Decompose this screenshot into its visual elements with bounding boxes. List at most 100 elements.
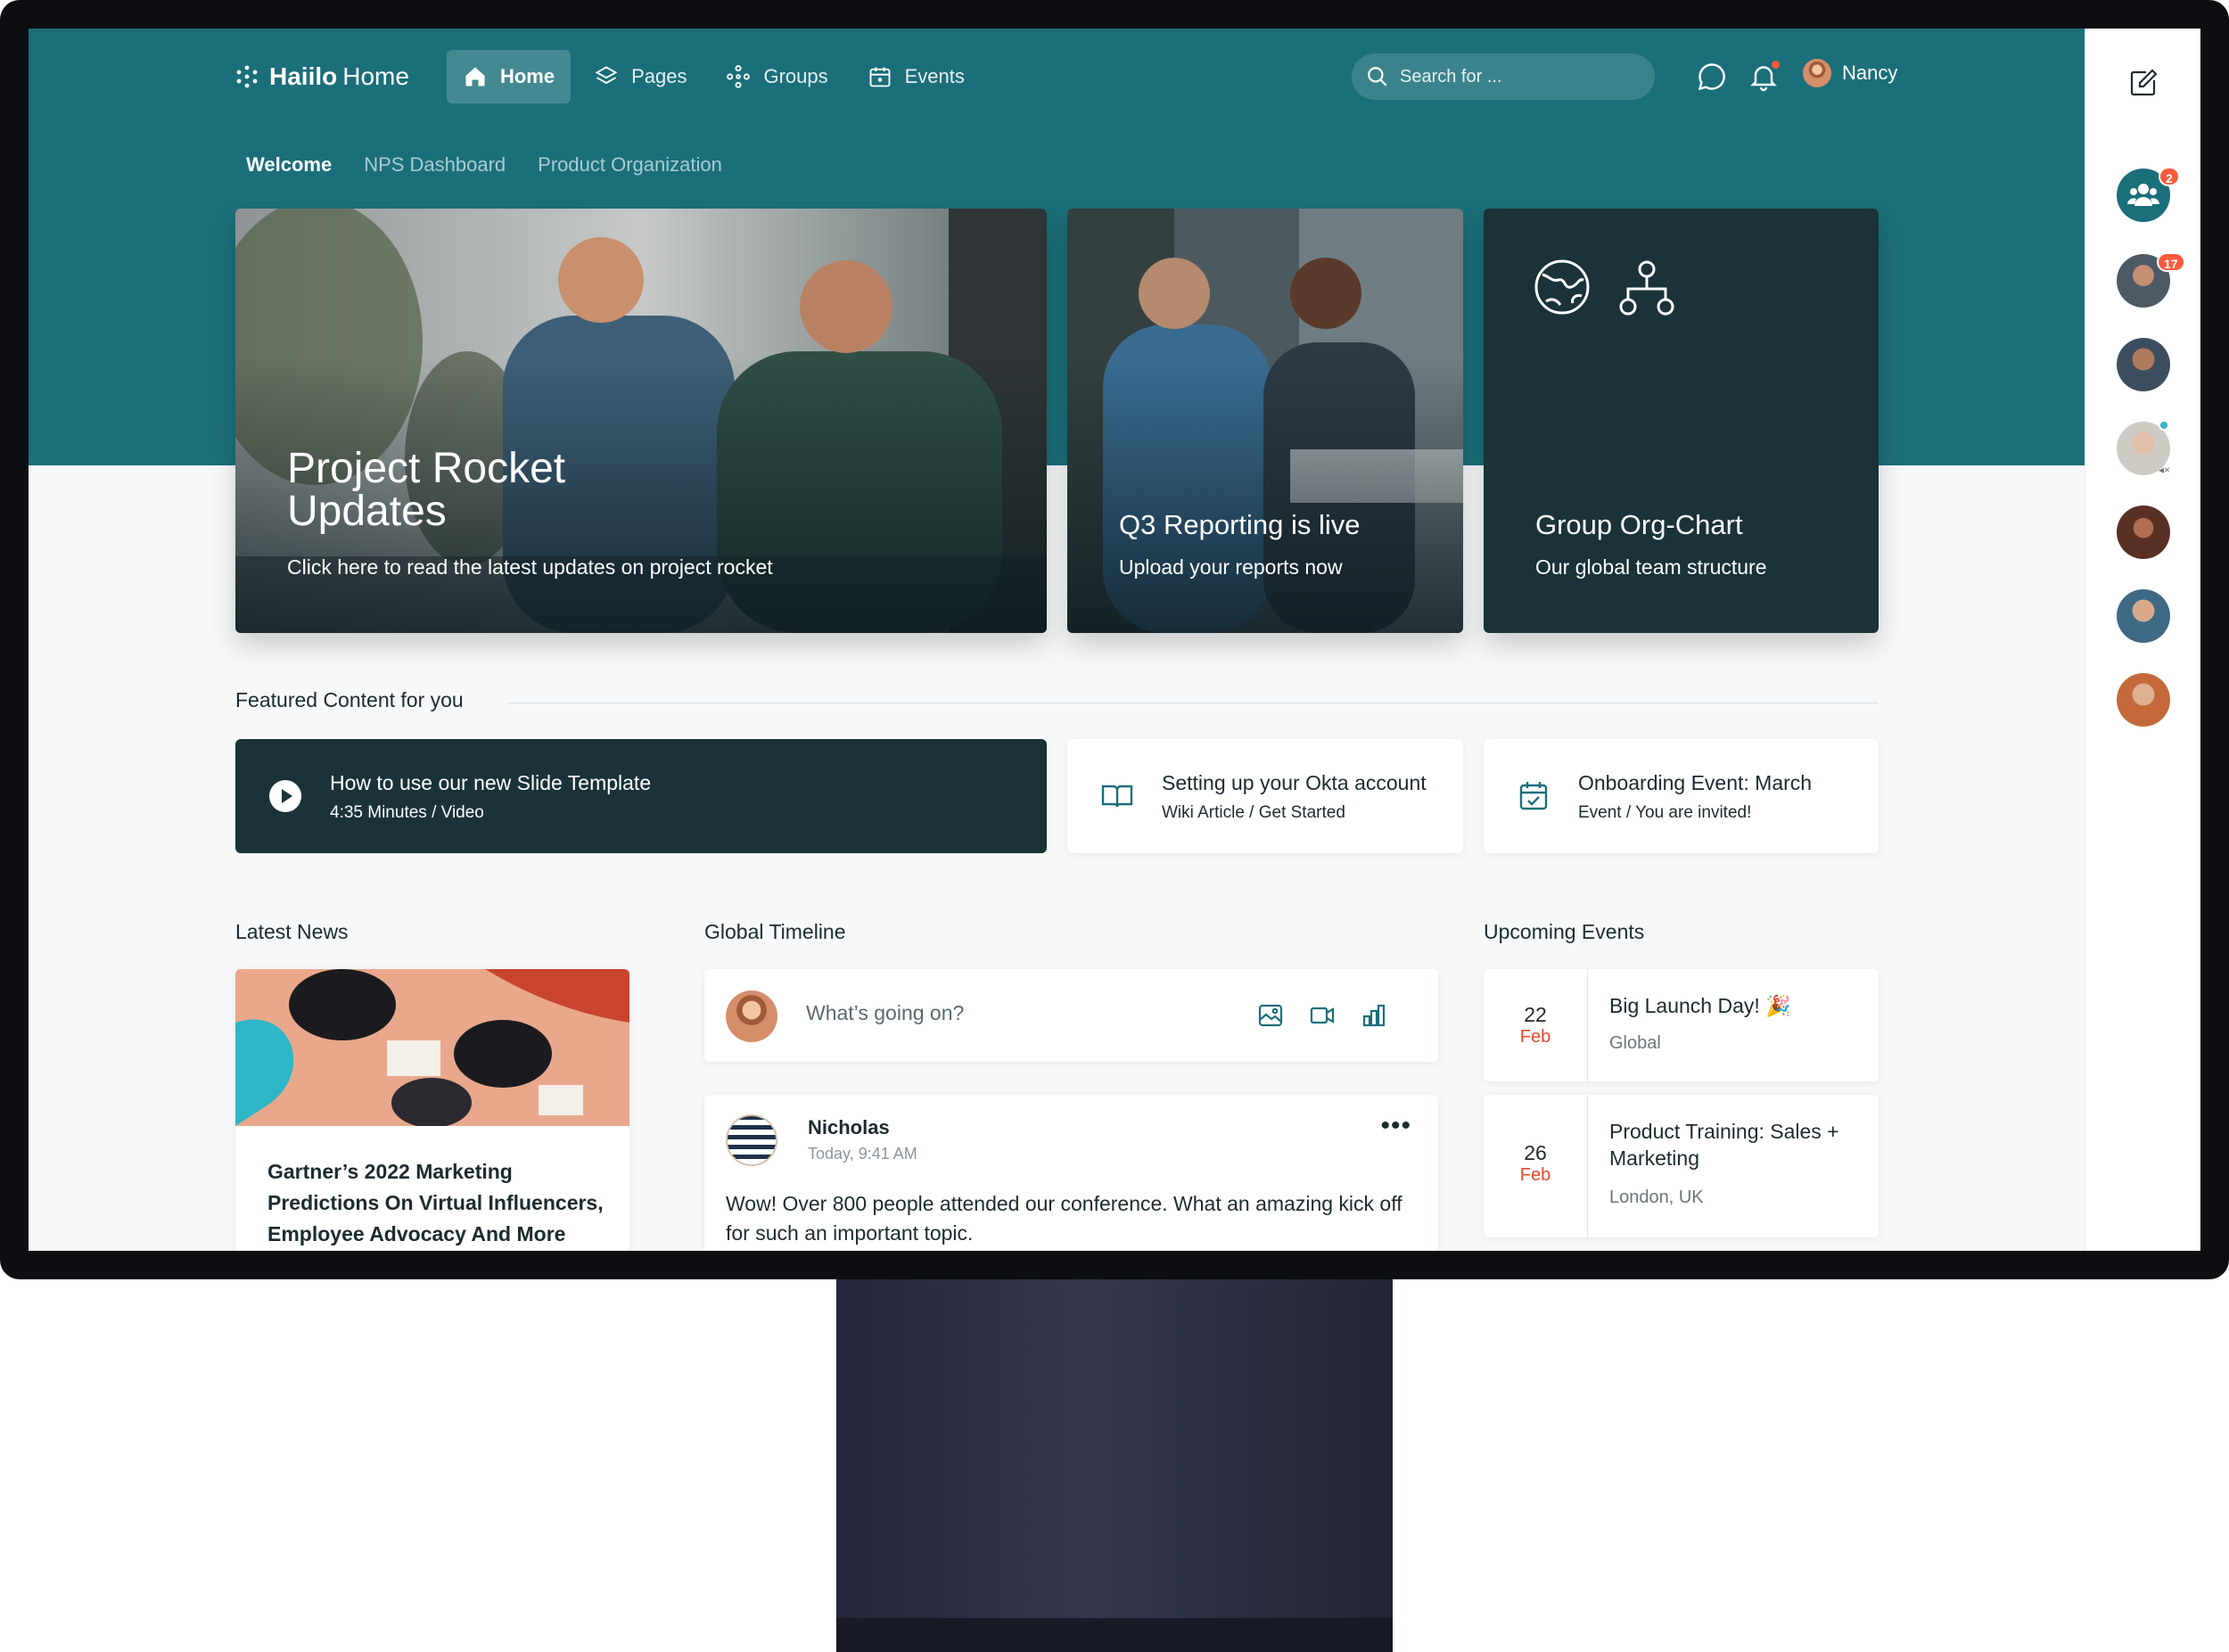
event-item[interactable]: 26 Feb Product Training: Sales + Marketi… xyxy=(1484,1095,1879,1237)
top-navigation: Haiilo Home Home Pages Groups Events Sea… xyxy=(235,50,1903,103)
featured-item-onboarding[interactable]: Onboarding Event: March Event / You are … xyxy=(1484,739,1879,853)
screen: Haiilo Home Home Pages Groups Events Sea… xyxy=(29,29,2200,1251)
hero-card-project-rocket[interactable]: Project Rocket Updates Click here to rea… xyxy=(235,209,1047,633)
home-icon xyxy=(465,67,485,86)
right-sidebar: 2 17 ◂× xyxy=(2085,29,2200,1251)
book-icon xyxy=(1099,778,1135,814)
featured-item-slide-template[interactable]: How to use our new Slide Template 4:35 M… xyxy=(235,739,1047,853)
monitor-stand xyxy=(836,1279,1393,1652)
event-date: 26 Feb xyxy=(1484,1095,1588,1237)
user-menu[interactable]: Nancy xyxy=(1803,59,1897,87)
post-time: Today, 9:41 AM xyxy=(808,1145,917,1163)
nav-pages-label: Pages xyxy=(631,65,687,87)
logo-brand: Haiilo xyxy=(269,62,338,90)
event-item[interactable]: 22 Feb Big Launch Day! 🎉 Global xyxy=(1484,969,1879,1081)
event-location: Global xyxy=(1609,1033,1661,1053)
user-name: Nancy xyxy=(1842,62,1898,84)
featured-meta: Wiki Article / Get Started xyxy=(1162,803,1345,822)
hero-subtitle: Click here to read the latest updates on… xyxy=(287,555,773,579)
subnav-nps-dashboard[interactable]: NPS Dashboard xyxy=(364,153,506,177)
notification-bell-icon[interactable] xyxy=(1748,61,1780,93)
org-chart-subtitle: Our global team structure xyxy=(1535,555,1767,579)
timeline-heading: Global Timeline xyxy=(704,920,846,943)
hero-card-org-chart[interactable]: Group Org-Chart Our global team structur… xyxy=(1484,209,1879,633)
nav-events-label: Events xyxy=(904,65,965,87)
featured-title: Onboarding Event: March xyxy=(1578,771,1813,794)
app-logo[interactable]: Haiilo Home xyxy=(235,62,409,91)
contact-avatar[interactable] xyxy=(2117,338,2170,391)
featured-heading: Featured Content for you xyxy=(235,688,464,711)
calendar-icon xyxy=(869,67,891,87)
org-chart-icon xyxy=(1619,260,1674,316)
featured-meta: Event / You are invited! xyxy=(1578,803,1752,822)
search-bar[interactable]: Search for ... xyxy=(1352,53,1655,100)
intranet-app: Haiilo Home Home Pages Groups Events Sea… xyxy=(29,29,2085,1251)
featured-title: How to use our new Slide Template xyxy=(330,771,652,794)
compose-placeholder: What’s going on? xyxy=(806,1001,965,1024)
contact-avatar[interactable] xyxy=(2117,589,2170,643)
groups-icon xyxy=(727,65,751,88)
online-status-dot xyxy=(2159,420,2169,431)
compose-edit-icon[interactable] xyxy=(2128,68,2159,98)
event-date: 22 Feb xyxy=(1484,969,1588,1081)
hero-title-line2: Updates xyxy=(287,488,447,535)
featured-meta: 4:35 Minutes / Video xyxy=(330,803,484,822)
event-month: Feb xyxy=(1519,1027,1551,1047)
video-icon[interactable] xyxy=(1309,1002,1336,1029)
q3-card-title: Q3 Reporting is live xyxy=(1119,509,1361,540)
post-author-avatar xyxy=(726,1114,777,1166)
event-day: 22 xyxy=(1524,1003,1547,1026)
hero-card-q3-reporting[interactable]: Q3 Reporting is live Upload your reports… xyxy=(1067,209,1463,633)
globe-icon xyxy=(1534,259,1590,315)
contact-avatar[interactable] xyxy=(2117,505,2170,559)
event-title: Product Training: Sales + Marketing xyxy=(1609,1120,1839,1170)
events-heading: Upcoming Events xyxy=(1484,920,1645,943)
composer-avatar xyxy=(726,990,777,1042)
more-options-icon[interactable]: ••• xyxy=(1380,1111,1411,1141)
news-card[interactable]: Gartner’s 2022 Marketing Predictions On … xyxy=(235,969,629,1251)
nav-home[interactable]: Home xyxy=(446,50,572,103)
hero-title-line1: Project Rocket xyxy=(287,445,566,492)
featured-item-okta[interactable]: Setting up your Okta account Wiki Articl… xyxy=(1067,739,1463,853)
notification-dot xyxy=(1772,61,1780,69)
nav-events[interactable]: Events xyxy=(851,50,981,103)
unread-badge: 2 xyxy=(2159,167,2180,186)
contact-avatar[interactable] xyxy=(2117,673,2170,727)
sub-navigation: Welcome NPS Dashboard Product Organizati… xyxy=(246,153,722,177)
nav-pages[interactable]: Pages xyxy=(578,50,703,103)
search-placeholder: Search for ... xyxy=(1400,66,1502,86)
unread-badge: 17 xyxy=(2157,252,2185,272)
news-image xyxy=(235,969,629,1126)
nav-groups[interactable]: Groups xyxy=(710,50,843,103)
event-location: London, UK xyxy=(1609,1188,1704,1207)
muted-icon: ◂× xyxy=(2159,464,2171,476)
post-body: Wow! Over 800 people attended our confer… xyxy=(726,1192,1402,1245)
event-month: Feb xyxy=(1519,1165,1551,1185)
subnav-welcome[interactable]: Welcome xyxy=(246,153,332,177)
chat-icon[interactable] xyxy=(1696,61,1728,93)
poll-icon[interactable] xyxy=(1361,1002,1387,1029)
play-icon xyxy=(267,778,303,814)
post-author[interactable]: Nicholas xyxy=(808,1116,890,1139)
q3-card-subtitle: Upload your reports now xyxy=(1119,555,1343,579)
group-icon xyxy=(2127,184,2159,206)
logo-dots-icon xyxy=(236,65,258,88)
nav-groups-label: Groups xyxy=(763,65,828,87)
user-avatar xyxy=(1803,59,1831,87)
nav-home-label: Home xyxy=(499,65,555,87)
subnav-product-organization[interactable]: Product Organization xyxy=(538,153,722,177)
layers-icon xyxy=(595,66,618,85)
event-title: Big Launch Day! 🎉 xyxy=(1609,994,1791,1017)
org-chart-title: Group Org-Chart xyxy=(1535,509,1743,540)
search-icon xyxy=(1368,67,1387,86)
latest-news-heading: Latest News xyxy=(235,920,349,943)
timeline-post: Nicholas Today, 9:41 AM ••• Wow! Over 80… xyxy=(704,1095,1438,1251)
image-icon[interactable] xyxy=(1257,1002,1284,1029)
monitor-stand-base xyxy=(836,1618,1393,1652)
logo-suffix: Home xyxy=(342,62,409,90)
featured-title: Setting up your Okta account xyxy=(1162,771,1427,794)
calendar-check-icon xyxy=(1516,778,1551,814)
compose-box[interactable]: What’s going on? xyxy=(704,969,1438,1062)
news-title: Gartner’s 2022 Marketing Predictions On … xyxy=(267,1160,604,1245)
event-day: 26 xyxy=(1524,1141,1547,1164)
